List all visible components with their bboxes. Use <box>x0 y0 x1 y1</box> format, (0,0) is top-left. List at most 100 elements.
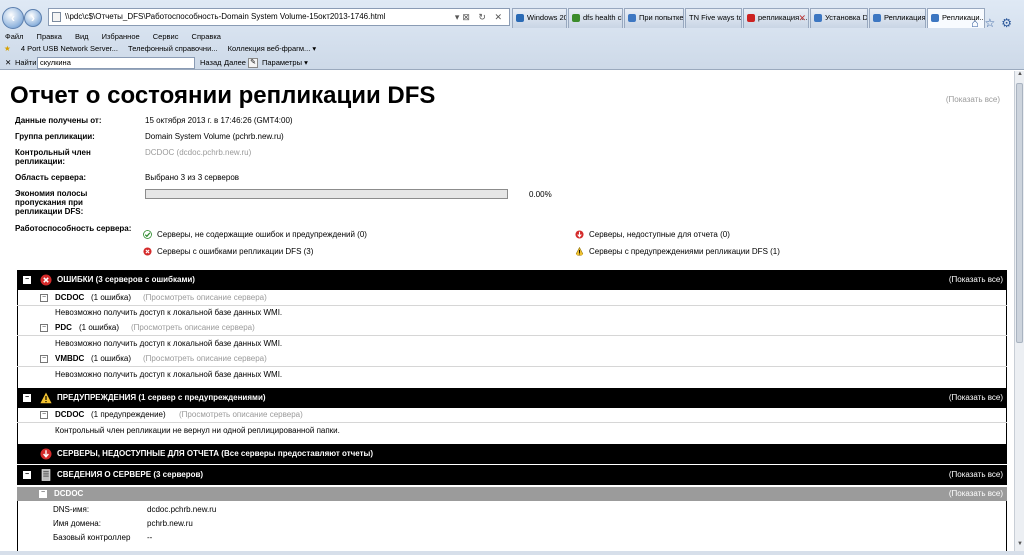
tab-7[interactable]: Репликация ... <box>869 8 926 28</box>
forward-icon[interactable]: › <box>24 9 42 27</box>
received-label: Данные получены от: <box>15 116 102 125</box>
find-options-button[interactable]: Параметры ▾ <box>262 56 308 70</box>
address-tools-icon[interactable]: ▾⊠ ↻ ✕ <box>455 9 505 25</box>
errors-show-all-link[interactable]: (Показать все) <box>949 270 1003 290</box>
menu-favorites[interactable]: Избранное <box>102 32 140 41</box>
error-message: Невозможно получить доступ к локальной б… <box>55 339 283 348</box>
warnings-section-header[interactable]: − ПРЕДУПРЕЖДЕНИЯ (1 сервер с предупрежде… <box>17 388 1007 408</box>
tab-5[interactable]: репликация ... ✕ <box>743 8 809 28</box>
tab-4[interactable]: TN Five ways to ... <box>685 8 742 28</box>
server-info-show-all-link[interactable]: (Показать все) <box>949 465 1003 485</box>
menu-view[interactable]: Вид <box>75 32 89 41</box>
tab-3[interactable]: При попытке... <box>624 8 684 28</box>
scroll-down-icon[interactable]: ▼ <box>1015 541 1024 551</box>
tab-favicon <box>873 14 881 22</box>
menu-file[interactable]: Файл <box>5 32 23 41</box>
dns-name-value: dcdoc.pchrb.new.ru <box>147 505 217 514</box>
home-icon[interactable]: ⌂ <box>971 16 984 30</box>
warning-triangle-icon <box>40 392 52 404</box>
member-value: DCDOC (dcdoc.pchrb.new.ru) <box>145 148 252 157</box>
bandwidth-progress-bar <box>145 189 508 199</box>
tab-label: Windows 201... <box>527 13 566 22</box>
unavailable-section-title: СЕРВЕРЫ, НЕДОСТУПНЫЕ ДЛЯ ОТЧЕТА (Все сер… <box>57 449 374 458</box>
legend-warnings: Серверы с предупреждениями репликации DF… <box>575 247 780 257</box>
bandwidth-value: 0.00% <box>529 190 552 199</box>
legend-warnings-text: Серверы с предупреждениями репликации DF… <box>589 247 780 256</box>
tab-1[interactable]: Windows 201... <box>512 8 567 28</box>
error-count: (1 ошибка) <box>91 354 132 363</box>
server-name: DCDOC <box>55 293 85 302</box>
favorites-bar: ★ 4 Port USB Network Server... Телефонны… <box>0 43 1024 54</box>
view-server-link[interactable]: (Просмотреть описание сервера) <box>179 410 303 420</box>
server-icon <box>41 469 51 481</box>
view-server-link[interactable]: (Просмотреть описание сервера) <box>143 293 267 303</box>
errors-section-header[interactable]: − ОШИБКИ (3 серверов с ошибками) (Показа… <box>17 270 1007 290</box>
favorites-star-icon[interactable]: ★ <box>4 44 11 53</box>
error-message: Невозможно получить доступ к локальной б… <box>55 308 283 317</box>
error-count: (1 ошибка) <box>79 323 120 332</box>
legend-unavailable-text: Серверы, недоступные для отчета (0) <box>589 230 730 239</box>
find-input[interactable]: скулкина <box>37 57 195 69</box>
navigation-row: ‹ › \\pdc\c$\Отчеты_DFS\Работоспособност… <box>0 6 1024 30</box>
favorite-link-2[interactable]: Телефонный справочни... <box>128 44 217 53</box>
collapse-icon[interactable]: − <box>23 276 31 284</box>
tab-6[interactable]: Установка D... <box>810 8 868 28</box>
server-info-section-title: СВЕДЕНИЯ О СЕРВЕРЕ (3 серверов) <box>57 470 204 479</box>
unavailable-section-header[interactable]: СЕРВЕРЫ, НЕДОСТУПНЫЕ ДЛЯ ОТЧЕТА (Все сер… <box>17 444 1007 464</box>
menu-help[interactable]: Справка <box>192 32 221 41</box>
page-title: Отчет о состоянии репликации DFS <box>10 82 436 109</box>
warning-message: Контрольный член репликации не вернул ни… <box>55 426 340 435</box>
show-all-link[interactable]: (Показать все) <box>946 95 1000 104</box>
find-next-button[interactable]: Далее <box>224 56 246 70</box>
domain-name-value: pchrb.new.ru <box>147 519 193 528</box>
favorite-link-3[interactable]: Коллекция веб-фрагм... ▾ <box>228 44 317 53</box>
menu-edit[interactable]: Правка <box>37 32 62 41</box>
collapse-icon[interactable]: − <box>23 471 31 479</box>
address-bar[interactable]: \\pdc\c$\Отчеты_DFS\Работоспособность-Do… <box>48 8 510 26</box>
warnings-show-all-link[interactable]: (Показать все) <box>949 388 1003 408</box>
warning-count: (1 предупреждение) <box>91 410 166 419</box>
green-check-icon <box>143 230 152 239</box>
base-controller-value: -- <box>147 533 153 542</box>
tab-label: dfs health ch... <box>583 13 622 22</box>
collapse-icon[interactable]: − <box>40 355 48 363</box>
pencil-icon: ✎ <box>248 58 258 68</box>
vertical-scrollbar[interactable]: ▲ ▼ <box>1014 71 1024 551</box>
scroll-up-icon[interactable]: ▲ <box>1015 71 1024 81</box>
legend-errors: Серверы с ошибками репликации DFS (3) <box>143 247 313 257</box>
scope-value: Выбрано 3 из 3 серверов <box>145 173 240 182</box>
warning-triangle-icon <box>575 247 584 256</box>
warnings-section-title: ПРЕДУПРЕЖДЕНИЯ (1 сервер с предупреждени… <box>57 393 266 402</box>
status-bar <box>0 551 1024 555</box>
back-icon[interactable]: ‹ <box>2 7 24 29</box>
tab-favicon <box>516 14 524 22</box>
red-error-icon <box>143 247 152 256</box>
divider <box>17 335 1007 336</box>
server-info-section-header[interactable]: − СВЕДЕНИЯ О СЕРВЕРЕ (3 серверов) (Показ… <box>17 465 1007 485</box>
menu-bar: Файл Правка Вид Избранное Сервис Справка <box>0 31 1024 42</box>
scrollbar-thumb[interactable] <box>1016 83 1023 343</box>
view-server-link[interactable]: (Просмотреть описание сервера) <box>143 354 267 364</box>
collapse-icon[interactable]: − <box>39 489 47 498</box>
gear-icon[interactable]: ⚙ <box>1001 16 1018 30</box>
collapse-icon[interactable]: − <box>40 324 48 332</box>
collapse-icon[interactable]: − <box>40 294 48 302</box>
find-close-icon[interactable]: ✕ <box>5 56 11 70</box>
tab-close-icon[interactable]: ✕ <box>798 9 806 27</box>
find-prev-button[interactable]: Назад <box>200 56 222 70</box>
favorites-star-icon[interactable]: ☆ <box>984 16 1001 30</box>
server-dcdoc-header[interactable]: − DCDOC (Показать все) <box>17 487 1007 501</box>
scope-label: Область сервера: <box>15 173 87 182</box>
tab-label: Установка D... <box>825 13 868 22</box>
tab-2[interactable]: dfs health ch... <box>568 8 623 28</box>
server-show-all-link[interactable]: (Показать все) <box>949 487 1003 501</box>
collapse-icon[interactable]: − <box>40 411 48 419</box>
view-server-link[interactable]: (Просмотреть описание сервера) <box>131 323 255 333</box>
tab-favicon <box>628 14 636 22</box>
find-label: Найти: <box>15 58 39 67</box>
report-page: Отчет о состоянии репликации DFS (Показа… <box>0 71 1014 551</box>
favorite-link-1[interactable]: 4 Port USB Network Server... <box>21 44 118 53</box>
collapse-icon[interactable]: − <box>23 394 31 402</box>
member-label: Контрольный член репликации: <box>15 148 91 166</box>
menu-tools[interactable]: Сервис <box>153 32 179 41</box>
